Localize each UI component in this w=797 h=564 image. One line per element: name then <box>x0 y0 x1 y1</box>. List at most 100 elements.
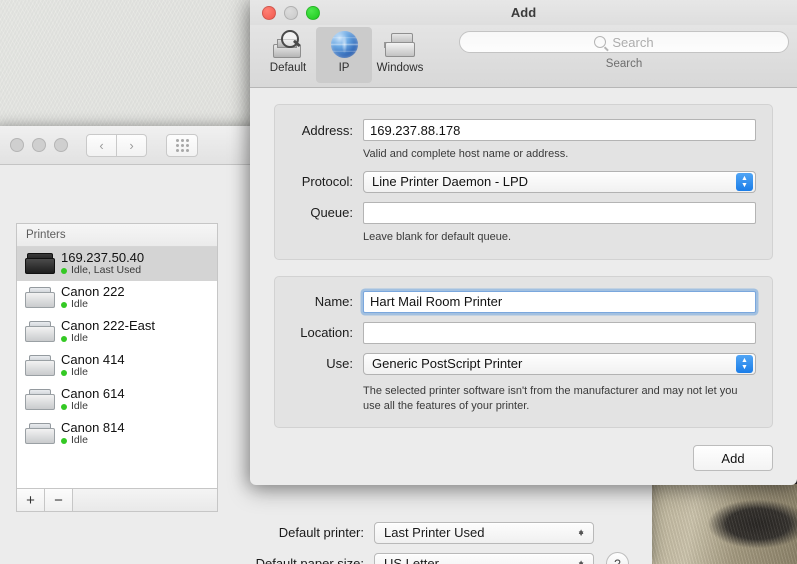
back-button[interactable]: ‹ <box>86 133 117 157</box>
printer-icon <box>24 353 55 379</box>
location-row: Location: <box>275 321 756 344</box>
tab-default[interactable]: Default <box>260 27 316 83</box>
sheet-title: Add <box>250 0 797 25</box>
default-paper-size-value: US Letter <box>384 556 439 564</box>
printer-list-item-text: Canon 614 Idle <box>61 385 125 413</box>
printer-icon <box>24 421 55 447</box>
printer-rows: 169.237.50.40 Idle, Last Used Canon 222 Idl… <box>17 247 217 451</box>
forward-button[interactable]: › <box>117 133 147 157</box>
add-printer-button[interactable]: + <box>17 489 45 511</box>
sheet-close-button[interactable] <box>262 6 276 20</box>
name-row: Name: Hart Mail Room Printer <box>275 290 756 313</box>
sheet-zoom-button[interactable] <box>306 6 320 20</box>
printer-name: Canon 614 <box>61 385 125 401</box>
default-printer-label: Default printer: <box>278 525 364 540</box>
tab-windows-label: Windows <box>376 62 424 74</box>
use-label: Use: <box>326 356 353 372</box>
printer-list-item[interactable]: Canon 222-East Idle <box>17 315 217 349</box>
use-value: Generic PostScript Printer <box>372 356 523 372</box>
queue-input[interactable] <box>363 201 756 224</box>
status-dot-icon <box>61 370 67 377</box>
search-caption: Search <box>605 58 643 70</box>
name-label: Name: <box>314 294 353 310</box>
queue-hint: Leave blank for default queue. <box>363 230 512 243</box>
printer-list[interactable]: Printers 169.237.50.40 Idle, Last Used Can… <box>16 223 218 489</box>
protocol-row: Protocol: Line Printer Daemon - LPD ▲ ▼ <box>275 170 756 193</box>
default-printer-row: Default printer: Last Printer Used ▲ ▼ <box>0 517 652 548</box>
protocol-value: Line Printer Daemon - LPD <box>372 174 529 190</box>
default-printer-search-icon <box>271 30 305 60</box>
printer-list-item-text: Canon 222-East Idle <box>61 318 155 345</box>
sheet-minimize-button[interactable] <box>284 6 298 20</box>
address-input[interactable]: 169.237.88.178 <box>363 119 756 141</box>
add-button[interactable]: Add <box>693 445 773 471</box>
connection-group: Address: 169.237.88.178 Valid and comple… <box>274 104 773 260</box>
printer-status-text: Idle, Last Used <box>71 264 142 277</box>
default-paper-size-row: Default paper size: US Letter ▲ ▼ ? <box>0 548 652 564</box>
grid-icon <box>175 138 189 152</box>
location-input[interactable] <box>363 321 756 344</box>
chevron-updown-icon: ▲ ▼ <box>736 355 753 374</box>
chevron-updown-icon: ▲ ▼ <box>736 173 753 192</box>
use-select[interactable]: Generic PostScript Printer ▲ ▼ <box>363 352 756 375</box>
printer-list-item-text: Canon 414 Idle <box>61 351 125 379</box>
search-input[interactable]: Search <box>459 31 789 53</box>
printer-list-item[interactable]: Canon 614 Idle <box>17 383 217 417</box>
printer-name: Canon 414 <box>61 351 125 367</box>
address-label: Address: <box>301 122 353 138</box>
printer-icon <box>24 319 55 345</box>
printer-list-item[interactable]: Canon 414 Idle <box>17 349 217 383</box>
printer-status-text: Idle <box>71 366 88 379</box>
search-icon <box>594 36 607 48</box>
close-button[interactable] <box>10 138 24 152</box>
printer-name: Canon 814 <box>61 419 125 435</box>
printer-list-footer: + − <box>16 488 218 512</box>
remove-printer-button[interactable]: − <box>45 489 73 511</box>
printer-list-item[interactable]: Canon 222 Idle <box>17 281 217 315</box>
search-zone: Search Search <box>459 31 789 70</box>
tab-default-label: Default <box>269 62 307 74</box>
tab-ip[interactable]: IP <box>316 27 372 83</box>
address-row: Address: 169.237.88.178 <box>275 119 756 141</box>
tab-ip-label: IP <box>338 62 350 74</box>
bottom-controls: Default printer: Last Printer Used ▲ ▼ De… <box>0 517 652 564</box>
default-printer-select[interactable]: Last Printer Used ▲ ▼ <box>374 521 594 544</box>
add-printer-sheet: Add Default IP Windows Search Search Add… <box>250 0 797 485</box>
printer-status: Idle <box>61 401 125 413</box>
protocol-select[interactable]: Line Printer Daemon - LPD ▲ ▼ <box>363 170 756 193</box>
printer-status: Idle, Last Used <box>61 265 144 277</box>
default-printer-value: Last Printer Used <box>384 525 485 540</box>
printer-icon <box>24 387 55 413</box>
status-dot-icon <box>61 438 67 445</box>
help-button[interactable]: ? <box>606 552 629 564</box>
wallpaper-carpet-region <box>650 484 797 564</box>
status-dot-icon <box>61 336 67 343</box>
printer-list-item[interactable]: Canon 814 Idle <box>17 417 217 451</box>
printer-icon <box>24 285 55 311</box>
printer-list-item-text: 169.237.50.40 Idle, Last Used <box>61 250 144 277</box>
default-paper-size-label: Default paper size: <box>255 556 364 564</box>
screen: ‹ › Printers 169.237.50.40 Idle, Last Use… <box>0 0 797 564</box>
printer-list-item-text: Canon 222 Idle <box>61 284 125 311</box>
sheet-footer: Add <box>693 445 773 471</box>
details-group: Name: Hart Mail Room Printer Location: U… <box>274 275 773 429</box>
zoom-button[interactable] <box>54 138 68 152</box>
use-hint: The selected printer software isn't from… <box>363 384 738 412</box>
printer-list-item[interactable]: 169.237.50.40 Idle, Last Used <box>17 247 217 281</box>
printer-status: Idle <box>61 299 125 311</box>
printer-status-text: Idle <box>71 400 88 413</box>
printer-list-header: Printers <box>17 224 217 247</box>
search-placeholder: Search <box>612 34 654 50</box>
tab-windows[interactable]: Windows <box>372 27 428 83</box>
status-dot-icon <box>61 302 67 309</box>
status-dot-icon <box>61 268 67 275</box>
address-hint: Valid and complete host name or address. <box>363 148 569 160</box>
printer-icon <box>24 251 55 277</box>
printer-status-text: Idle <box>71 434 88 447</box>
minimize-button[interactable] <box>32 138 46 152</box>
chevron-updown-icon: ▲ ▼ <box>577 526 585 538</box>
location-label: Location: <box>300 325 353 341</box>
name-input[interactable]: Hart Mail Room Printer <box>363 290 756 313</box>
show-all-preferences-button[interactable] <box>166 133 198 157</box>
default-paper-size-select[interactable]: US Letter ▲ ▼ <box>374 552 594 564</box>
